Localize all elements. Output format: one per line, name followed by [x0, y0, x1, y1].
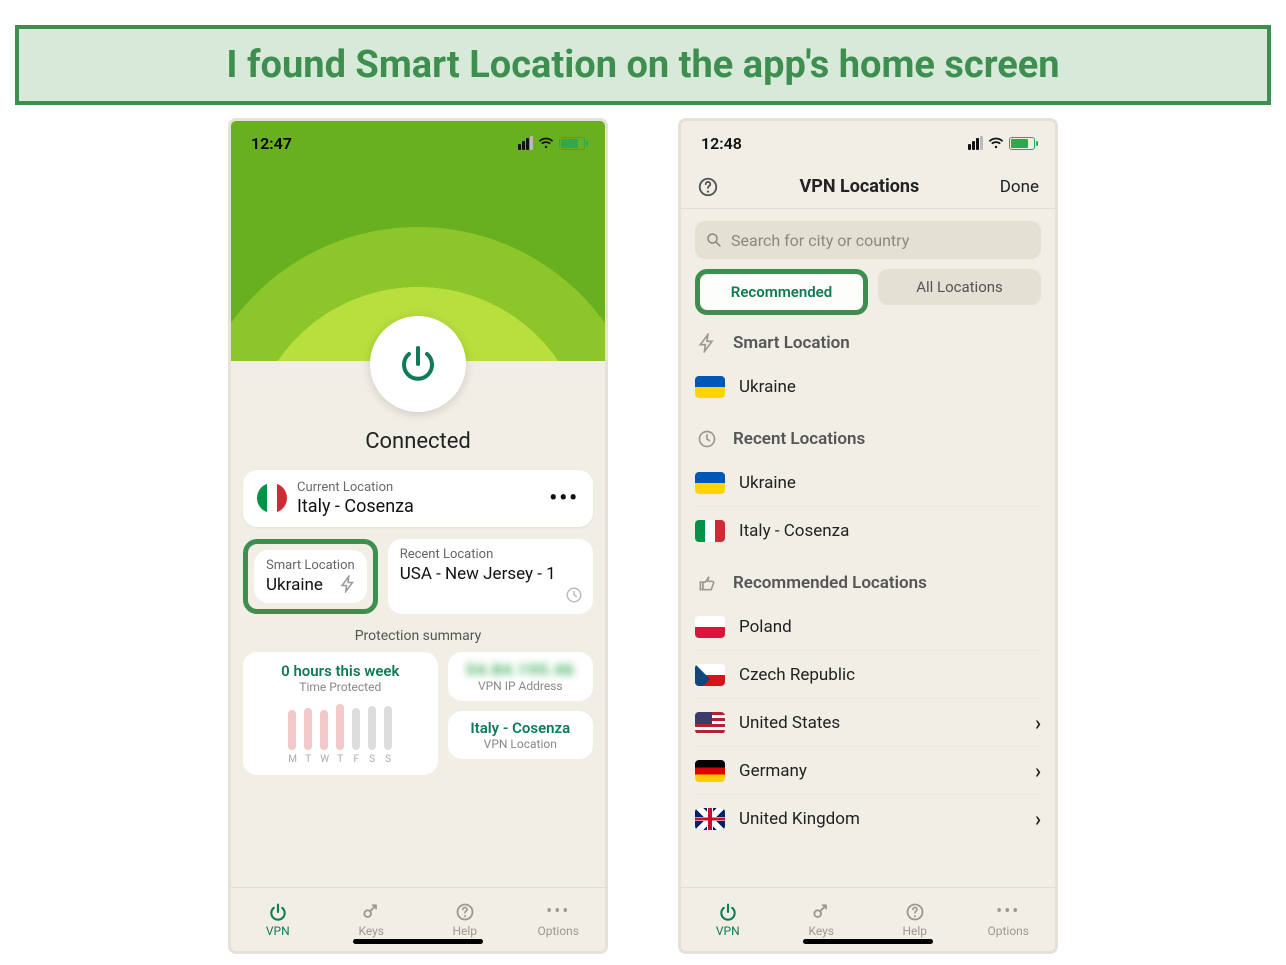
home-indicator: [353, 939, 483, 944]
chevron-right-icon: ›: [1035, 759, 1041, 783]
battery-icon: [559, 137, 585, 150]
status-bar: 12:48: [681, 121, 1055, 165]
flag-ukraine-icon: [695, 376, 725, 398]
flag-italy-icon: [695, 520, 725, 542]
list-item-poland[interactable]: Poland: [695, 603, 1041, 651]
lightning-icon: [339, 575, 357, 593]
current-location-label: Current Location: [297, 480, 414, 496]
vpn-ip-blurred: 54.84.195.46: [456, 660, 585, 679]
power-icon: [718, 902, 738, 922]
search-icon: [705, 231, 723, 249]
key-icon: [361, 902, 381, 922]
vpn-ip-label: VPN IP Address: [456, 679, 585, 693]
cellular-icon: [518, 136, 533, 150]
ellipsis-icon: •••: [996, 901, 1020, 922]
smart-location-label: Smart Location: [266, 558, 355, 574]
nav-header: VPN Locations Done: [681, 165, 1055, 209]
segment-recommended[interactable]: Recommended: [700, 274, 863, 310]
list-item-smart-ukraine[interactable]: Ukraine: [695, 363, 1041, 411]
power-toggle-button[interactable]: [370, 316, 466, 412]
screen-title: VPN Locations: [799, 176, 919, 197]
recent-location-card[interactable]: Recent Location USA - New Jersey - 1: [388, 539, 593, 615]
list-item-usa[interactable]: United States›: [695, 699, 1041, 747]
recent-location-label: Recent Location: [400, 547, 581, 563]
hours-subtitle: Time Protected: [253, 680, 428, 694]
cellular-icon: [968, 136, 983, 150]
status-time: 12:47: [251, 134, 292, 153]
lightning-icon: [695, 331, 719, 355]
flag-germany-icon: [695, 760, 725, 782]
group-smart-location: Smart Location: [695, 331, 1041, 355]
chevron-right-icon: ›: [1035, 807, 1041, 831]
search-input[interactable]: Search for city or country: [695, 221, 1041, 259]
status-time: 12:48: [701, 134, 742, 153]
protection-summary-label: Protection summary: [243, 628, 593, 644]
segment-recommended-highlight: Recommended: [695, 269, 868, 315]
flag-uk-icon: [695, 808, 725, 830]
day-labels: MTWTFSS: [253, 754, 428, 765]
list-item-recent-italy[interactable]: Italy - Cosenza: [695, 507, 1041, 555]
search-placeholder: Search for city or country: [731, 231, 909, 250]
smart-location-card[interactable]: Smart Location Ukraine: [254, 550, 367, 604]
status-icons: [518, 136, 585, 150]
tab-options[interactable]: •••Options: [962, 888, 1056, 951]
current-location-value: Italy - Cosenza: [297, 496, 414, 517]
status-icons: [968, 136, 1035, 150]
segment-all-locations[interactable]: All Locations: [878, 269, 1041, 305]
help-icon: [905, 902, 925, 922]
battery-icon: [1009, 137, 1035, 150]
help-icon: [455, 902, 475, 922]
list-item-germany[interactable]: Germany›: [695, 747, 1041, 795]
phone-locations-screen: 12:48 VPN Locations Done Search for city…: [678, 118, 1058, 954]
vpn-location-value: Italy - Cosenza: [456, 719, 585, 737]
vpn-location-card[interactable]: Italy - Cosenza VPN Location: [448, 711, 593, 759]
flag-italy-icon: [257, 483, 287, 513]
power-icon: [396, 342, 440, 386]
vpn-ip-card[interactable]: 54.84.195.46 VPN IP Address: [448, 652, 593, 701]
hours-title: 0 hours this week: [253, 662, 428, 680]
current-location-card[interactable]: Current Location Italy - Cosenza •••: [243, 470, 593, 527]
recent-location-value: USA - New Jersey - 1: [400, 564, 581, 584]
group-recommended-locations: Recommended Locations: [695, 571, 1041, 595]
flag-czech-icon: [695, 664, 725, 686]
caption-banner: I found Smart Location on the app's home…: [15, 25, 1271, 105]
tab-vpn[interactable]: VPN: [681, 888, 775, 951]
thumbs-up-icon: [695, 571, 719, 595]
time-protected-card[interactable]: 0 hours this week Time Protected MTWTFSS: [243, 652, 438, 775]
done-button[interactable]: Done: [1000, 177, 1039, 197]
clock-icon: [565, 586, 583, 604]
key-icon: [811, 902, 831, 922]
tab-vpn[interactable]: VPN: [231, 888, 325, 951]
flag-usa-icon: [695, 712, 725, 734]
smart-location-highlight: Smart Location Ukraine: [243, 539, 378, 615]
clock-icon: [695, 427, 719, 451]
group-recent-locations: Recent Locations: [695, 427, 1041, 451]
status-bar: 12:47: [231, 121, 605, 165]
flag-ukraine-icon: [695, 472, 725, 494]
help-icon: [697, 176, 719, 198]
list-item-recent-ukraine[interactable]: Ukraine: [695, 459, 1041, 507]
home-indicator: [803, 939, 933, 944]
help-button[interactable]: [697, 176, 719, 198]
tab-options[interactable]: ••• Options: [512, 888, 606, 951]
more-icon[interactable]: •••: [549, 486, 579, 511]
flag-poland-icon: [695, 616, 725, 638]
wifi-icon: [538, 137, 554, 149]
list-item-czech[interactable]: Czech Republic: [695, 651, 1041, 699]
wifi-icon: [988, 137, 1004, 149]
power-icon: [268, 902, 288, 922]
vpn-location-label: VPN Location: [456, 737, 585, 751]
ellipsis-icon: •••: [546, 901, 570, 922]
chevron-right-icon: ›: [1035, 711, 1041, 735]
weekly-bars: [253, 702, 428, 750]
phone-home-screen: 12:47 Connected Current Location Italy -…: [228, 118, 608, 954]
list-item-uk[interactable]: United Kingdom›: [695, 795, 1041, 843]
connection-status: Connected: [231, 429, 605, 454]
